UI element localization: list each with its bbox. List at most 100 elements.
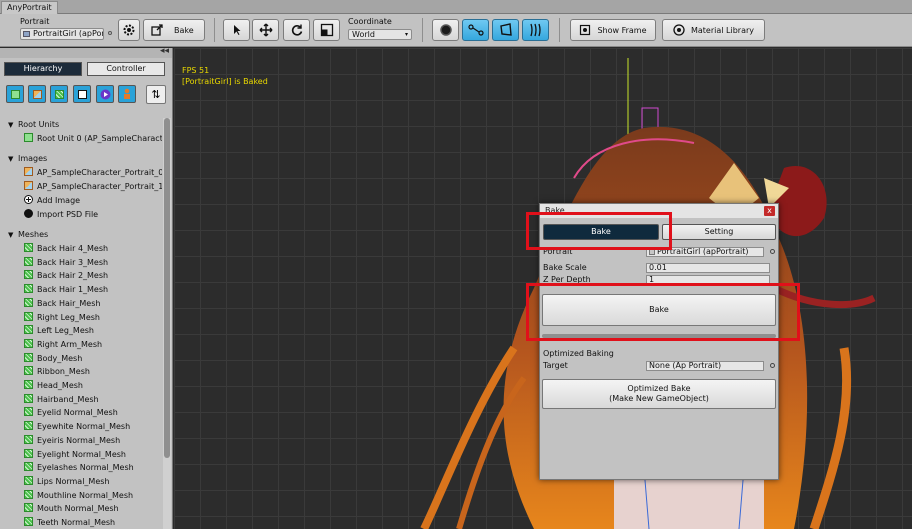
list-item[interactable]: Back Hair 4_Mesh bbox=[0, 242, 162, 255]
list-item[interactable]: Ribbon_Mesh bbox=[0, 365, 162, 378]
portrait-field-value: PortraitGirl (apPor bbox=[33, 29, 104, 38]
mesh-toggle-button[interactable] bbox=[492, 19, 519, 41]
scrollbar-thumb[interactable] bbox=[164, 118, 170, 458]
object-picker-icon[interactable] bbox=[770, 249, 775, 254]
list-item[interactable]: Mouthline Normal_Mesh bbox=[0, 489, 162, 502]
mesh-group-icon bbox=[77, 89, 87, 99]
list-item[interactable]: Back Hair_Mesh bbox=[0, 297, 162, 310]
list-item[interactable]: Lips Normal_Mesh bbox=[0, 475, 162, 488]
material-library-button[interactable]: Material Library bbox=[662, 19, 765, 41]
portrait-object-field[interactable]: PortraitGirl (apPor bbox=[20, 28, 104, 40]
select-tool-button[interactable] bbox=[223, 19, 250, 41]
coordinate-dropdown[interactable]: World ▾ bbox=[348, 29, 412, 40]
section-root-units[interactable]: ▼ Root Units bbox=[0, 118, 162, 131]
list-item-label: Eyelid Normal_Mesh bbox=[37, 408, 118, 418]
tab-setting[interactable]: Setting bbox=[662, 224, 776, 240]
scale-tool-button[interactable] bbox=[313, 19, 340, 41]
add-icon bbox=[24, 195, 33, 204]
section-meshes[interactable]: ▼ Meshes bbox=[0, 228, 162, 241]
move-tool-button[interactable] bbox=[252, 19, 279, 41]
list-item[interactable]: Eyelid Normal_Mesh bbox=[0, 406, 162, 419]
mesh-icon bbox=[24, 421, 33, 431]
tab-hierarchy[interactable]: Hierarchy bbox=[4, 62, 82, 76]
object-picker-icon[interactable] bbox=[108, 31, 112, 35]
list-item[interactable]: Body_Mesh bbox=[0, 352, 162, 365]
list-item[interactable]: Root Unit 0 (AP_SampleCharact bbox=[0, 132, 162, 145]
section-images[interactable]: ▼ Images bbox=[0, 152, 162, 165]
optimized-bake-button[interactable]: Optimized Bake (Make New GameObject) bbox=[542, 379, 776, 409]
target-object-field[interactable]: None (Ap Portrait) bbox=[646, 361, 764, 371]
list-item[interactable]: Left Leg_Mesh bbox=[0, 324, 162, 337]
list-item-label: Back Hair 2_Mesh bbox=[37, 271, 109, 281]
tab-controller[interactable]: Controller bbox=[87, 62, 165, 76]
list-item[interactable]: Back Hair 2_Mesh bbox=[0, 269, 162, 282]
sort-button[interactable]: ⇅ bbox=[146, 85, 166, 104]
list-item-label: Eyelashes Normal_Mesh bbox=[37, 463, 134, 473]
list-item[interactable]: Eyewhite Normal_Mesh bbox=[0, 420, 162, 433]
list-item[interactable]: Eyelashes Normal_Mesh bbox=[0, 461, 162, 474]
section-title: Meshes bbox=[18, 230, 49, 239]
bone-toggle-button[interactable] bbox=[462, 19, 489, 41]
list-item-label: Eyeiris Normal_Mesh bbox=[37, 435, 121, 445]
onion-toggle-button[interactable] bbox=[432, 19, 459, 41]
list-item-label: Root Unit 0 (AP_SampleCharact bbox=[37, 134, 162, 143]
mesh-icon bbox=[24, 311, 33, 321]
list-item[interactable]: AP_SampleCharacter_Portrait_0 bbox=[0, 166, 162, 179]
expand-arrow-icon: ▼ bbox=[8, 155, 14, 163]
import-psd-item[interactable]: Import PSD File bbox=[0, 208, 162, 221]
filter-image-button[interactable] bbox=[28, 85, 46, 103]
list-item[interactable]: Eyelight Normal_Mesh bbox=[0, 448, 162, 461]
scale-icon bbox=[320, 23, 333, 37]
mesh-icon bbox=[24, 475, 33, 485]
highlight-bake-button bbox=[526, 283, 800, 341]
mesh-icon bbox=[54, 89, 64, 99]
list-item-label: Back Hair 1_Mesh bbox=[37, 285, 109, 295]
list-item[interactable]: Mouth Normal_Mesh bbox=[0, 502, 162, 515]
window-tab[interactable]: AnyPortrait bbox=[1, 1, 58, 14]
add-image-item[interactable]: Add Image bbox=[0, 194, 162, 207]
list-item[interactable]: Hairband_Mesh bbox=[0, 393, 162, 406]
bake-scale-field[interactable]: 0.01 bbox=[646, 263, 770, 273]
filter-mesh-group-button[interactable] bbox=[73, 85, 91, 103]
list-item[interactable]: Right Arm_Mesh bbox=[0, 338, 162, 351]
list-item-label: Head_Mesh bbox=[37, 381, 83, 390]
material-library-label: Material Library bbox=[690, 25, 754, 35]
list-item-label: Back Hair 4_Mesh bbox=[37, 244, 109, 253]
filter-root-unit-button[interactable] bbox=[6, 85, 24, 103]
close-button[interactable]: x bbox=[764, 206, 775, 216]
list-item[interactable]: AP_SampleCharacter_Portrait_1 bbox=[0, 180, 162, 193]
mesh-icon bbox=[24, 297, 33, 307]
rotate-icon bbox=[291, 24, 302, 36]
double-chevron-left-icon[interactable]: ◂◂ bbox=[160, 48, 169, 56]
object-picker-icon[interactable] bbox=[770, 363, 775, 368]
filter-param-button[interactable] bbox=[118, 85, 136, 103]
rotate-tool-button[interactable] bbox=[283, 19, 310, 41]
settings-button[interactable] bbox=[118, 19, 140, 41]
list-item[interactable]: Right Leg_Mesh bbox=[0, 311, 162, 324]
list-item[interactable]: Back Hair 3_Mesh bbox=[0, 256, 162, 269]
hierarchy-scrollbar[interactable] bbox=[163, 118, 171, 529]
bone-icon bbox=[467, 24, 484, 36]
filter-mesh-button[interactable] bbox=[50, 85, 68, 103]
list-item[interactable]: Back Hair 1_Mesh bbox=[0, 283, 162, 296]
mesh-icon bbox=[24, 366, 33, 376]
sort-icon: ⇅ bbox=[151, 88, 161, 101]
bake-scale-label: Bake Scale bbox=[543, 263, 587, 272]
mesh-icon bbox=[24, 393, 33, 403]
show-frame-button[interactable]: Show Frame bbox=[570, 19, 656, 41]
wave-icon bbox=[529, 23, 541, 37]
mesh-icon bbox=[24, 352, 33, 362]
list-item[interactable]: Head_Mesh bbox=[0, 379, 162, 392]
list-item[interactable]: Teeth Normal_Mesh bbox=[0, 516, 162, 529]
list-item-label: Mouthline Normal_Mesh bbox=[37, 490, 134, 500]
panel-collapse-bar[interactable]: ◂◂ bbox=[0, 48, 172, 58]
person-icon bbox=[124, 88, 130, 99]
frame-icon bbox=[580, 24, 591, 36]
gear-icon bbox=[123, 24, 135, 36]
bake-toolbar-button[interactable]: Bake bbox=[143, 19, 205, 41]
portrait-field-icon bbox=[23, 31, 30, 37]
list-item[interactable]: Eyeiris Normal_Mesh bbox=[0, 434, 162, 447]
filter-animation-button[interactable] bbox=[96, 85, 114, 103]
main-toolbar: Portrait PortraitGirl (apPor Bake Coordi… bbox=[0, 14, 912, 47]
physics-toggle-button[interactable] bbox=[522, 19, 549, 41]
